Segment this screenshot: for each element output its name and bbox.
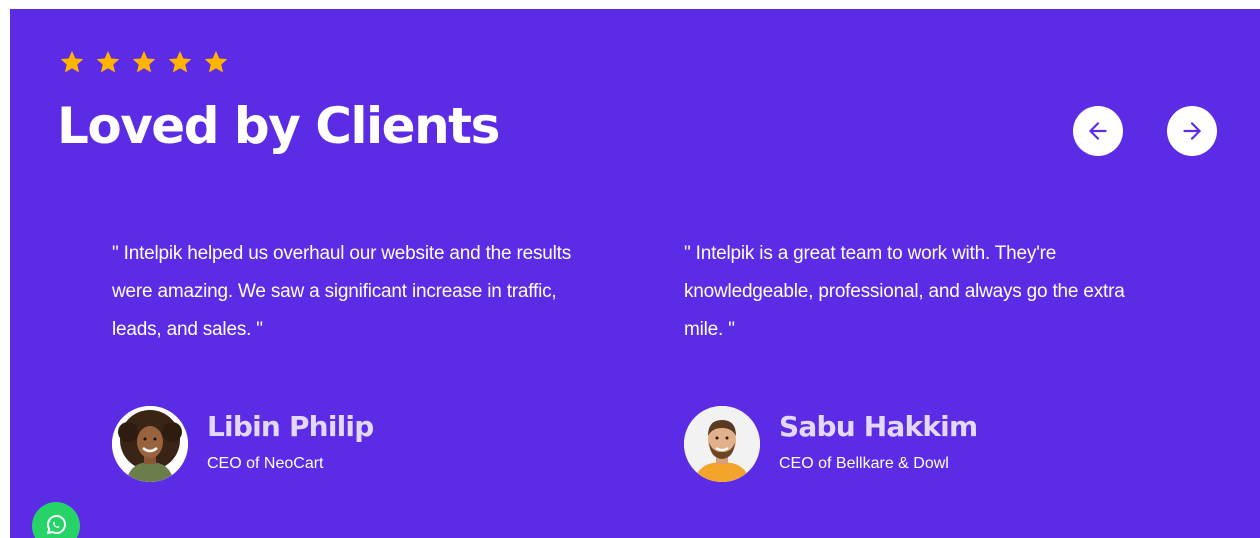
testimonial-card: " Intelpik is a great team to work with.…	[684, 235, 1164, 349]
section-title: Loved by Clients	[57, 97, 500, 155]
avatar	[684, 406, 760, 482]
previous-button[interactable]	[1073, 106, 1123, 156]
author-name: Libin Philip	[207, 410, 374, 443]
testimonial-quote: " Intelpik helped us overhaul our websit…	[112, 243, 572, 340]
author-role: CEO of NeoCart	[207, 455, 324, 472]
author-name: Sabu Hakkim	[779, 410, 978, 443]
testimonial-author: Sabu Hakkim CEO of Bellkare & Dowl	[684, 406, 978, 482]
star-icon	[131, 49, 157, 75]
star-icon	[59, 49, 85, 75]
rating-stars	[59, 49, 229, 75]
testimonial-quote: " Intelpik is a great team to work with.…	[684, 243, 1125, 340]
star-icon	[95, 49, 121, 75]
whatsapp-icon	[44, 513, 68, 537]
star-icon	[203, 49, 229, 75]
testimonials-section: Loved by Clients " Intelpik helped us ov…	[10, 9, 1260, 538]
arrow-left-icon	[1085, 118, 1111, 144]
testimonial-card: " Intelpik helped us overhaul our websit…	[112, 235, 592, 349]
arrow-right-icon	[1179, 118, 1205, 144]
next-button[interactable]	[1167, 106, 1217, 156]
star-icon	[167, 49, 193, 75]
testimonial-author: Libin Philip CEO of NeoCart	[112, 406, 374, 482]
author-role: CEO of Bellkare & Dowl	[779, 455, 949, 472]
avatar	[112, 406, 188, 482]
